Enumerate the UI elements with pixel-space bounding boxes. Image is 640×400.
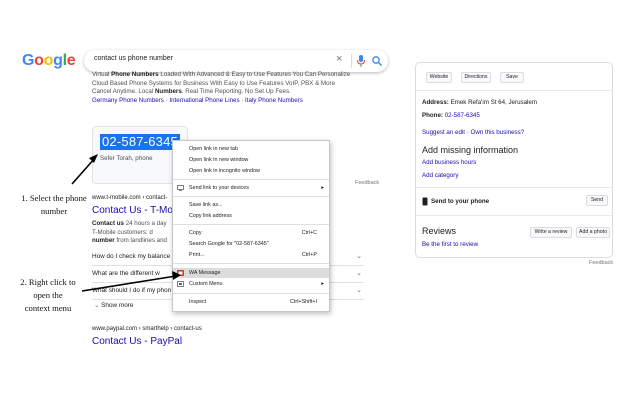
annotation-arrows [71, 154, 181, 292]
arrow-icon [71, 154, 98, 185]
arrow-icon [81, 271, 181, 292]
